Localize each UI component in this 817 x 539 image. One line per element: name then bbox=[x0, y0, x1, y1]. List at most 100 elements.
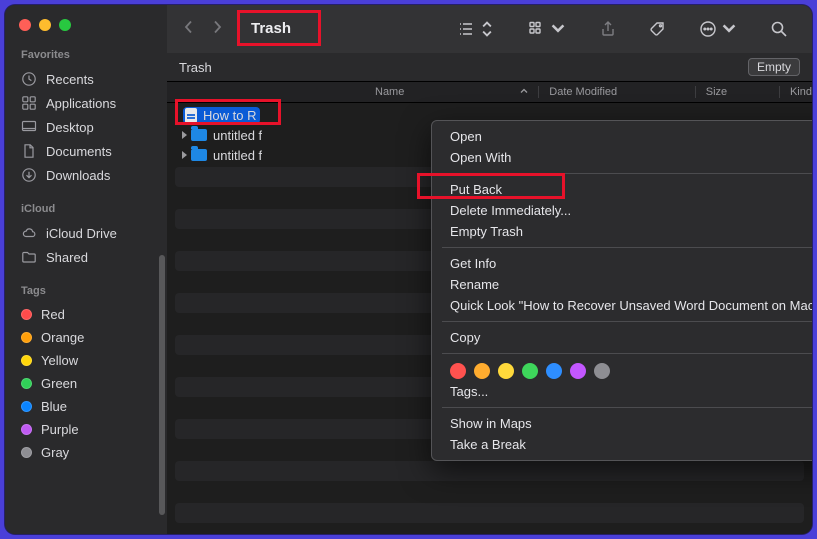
sidebar-tag-red[interactable]: Red bbox=[5, 303, 167, 326]
sidebar-item-applications[interactable]: Applications bbox=[5, 91, 167, 115]
tag-dot-icon bbox=[21, 378, 32, 389]
sidebar-item-label: Purple bbox=[41, 422, 79, 437]
sidebar-tag-yellow[interactable]: Yellow bbox=[5, 349, 167, 372]
menu-item-delete-immediately[interactable]: Delete Immediately... bbox=[432, 200, 812, 221]
group-by-button[interactable] bbox=[518, 15, 577, 43]
sidebar-section-label: iCloud bbox=[5, 203, 167, 221]
menu-separator bbox=[442, 173, 812, 174]
empty-trash-button[interactable]: Empty bbox=[748, 58, 800, 76]
column-label: Date Modified bbox=[549, 86, 617, 98]
folder-icon bbox=[191, 129, 207, 141]
tag-color-purple[interactable] bbox=[570, 363, 586, 379]
sidebar-tag-gray[interactable]: Gray bbox=[5, 441, 167, 464]
tag-dot-icon bbox=[21, 332, 32, 343]
tag-dot-icon bbox=[21, 309, 32, 320]
window-controls bbox=[5, 15, 167, 49]
sidebar-item-label: Blue bbox=[41, 399, 67, 414]
menu-item-show-in-maps[interactable]: Show in Maps bbox=[432, 413, 812, 434]
minimize-window-button[interactable] bbox=[39, 19, 51, 31]
menu-item-take-a-break[interactable]: Take a Break bbox=[432, 434, 812, 455]
share-button[interactable] bbox=[589, 15, 627, 43]
column-label: Size bbox=[706, 86, 727, 98]
menu-tag-colors bbox=[432, 359, 812, 381]
sidebar-tag-purple[interactable]: Purple bbox=[5, 418, 167, 441]
menu-separator bbox=[442, 407, 812, 408]
tag-color-gray[interactable] bbox=[594, 363, 610, 379]
tag-color-blue[interactable] bbox=[546, 363, 562, 379]
column-kind[interactable]: Kind bbox=[779, 86, 812, 98]
column-size[interactable]: Size bbox=[695, 86, 779, 98]
sidebar-item-label: Orange bbox=[41, 330, 84, 345]
file-name: How to R bbox=[203, 108, 256, 123]
sidebar-section-label: Favorites bbox=[5, 49, 167, 67]
tag-dot-icon bbox=[21, 401, 32, 412]
menu-separator bbox=[442, 353, 812, 354]
sidebar-scrollbar[interactable] bbox=[159, 255, 165, 515]
sidebar-item-icloud-drive[interactable]: iCloud Drive bbox=[5, 221, 167, 245]
menu-item-open-with[interactable]: Open With bbox=[432, 147, 812, 168]
menu-separator bbox=[442, 321, 812, 322]
tag-color-green[interactable] bbox=[522, 363, 538, 379]
sidebar-item-label: Downloads bbox=[46, 168, 110, 183]
pathbar-location: Trash bbox=[179, 60, 212, 75]
folder-icon bbox=[191, 149, 207, 161]
back-button[interactable] bbox=[183, 20, 195, 39]
menu-item-label: Show in Maps bbox=[450, 416, 532, 431]
sidebar-item-label: iCloud Drive bbox=[46, 226, 117, 241]
sidebar-item-recents[interactable]: Recents bbox=[5, 67, 167, 91]
sidebar-item-label: Recents bbox=[46, 72, 94, 87]
sidebar-tag-blue[interactable]: Blue bbox=[5, 395, 167, 418]
file-name: untitled f bbox=[213, 128, 262, 143]
sidebar-item-label: Red bbox=[41, 307, 65, 322]
menu-item-label: Open bbox=[450, 129, 482, 144]
file-name: untitled f bbox=[213, 148, 262, 163]
menu-item-label: Tags... bbox=[450, 384, 488, 399]
zoom-window-button[interactable] bbox=[59, 19, 71, 31]
menu-item-tags[interactable]: Tags... bbox=[432, 381, 812, 402]
clock-icon bbox=[21, 71, 37, 87]
sidebar-item-downloads[interactable]: Downloads bbox=[5, 163, 167, 187]
window-title: Trash bbox=[243, 18, 299, 40]
column-label: Name bbox=[375, 86, 404, 98]
context-menu: Open Open With Put Back Delete Immediate… bbox=[431, 120, 812, 461]
cloud-icon bbox=[21, 225, 37, 241]
desktop-icon bbox=[21, 119, 37, 135]
sidebar-tag-orange[interactable]: Orange bbox=[5, 326, 167, 349]
sidebar-item-desktop[interactable]: Desktop bbox=[5, 115, 167, 139]
tags-button[interactable] bbox=[639, 15, 677, 43]
sidebar-section-label: Tags bbox=[5, 285, 167, 303]
sidebar-item-label: Shared bbox=[46, 250, 88, 265]
menu-item-put-back[interactable]: Put Back bbox=[432, 179, 812, 200]
document-icon bbox=[21, 143, 37, 159]
menu-item-quick-look[interactable]: Quick Look "How to Recover Unsaved Word … bbox=[432, 295, 812, 316]
close-window-button[interactable] bbox=[19, 19, 31, 31]
more-button[interactable] bbox=[689, 15, 748, 43]
column-name[interactable]: Name bbox=[375, 86, 538, 98]
forward-button[interactable] bbox=[211, 20, 223, 39]
menu-item-label: Delete Immediately... bbox=[450, 203, 571, 218]
tag-color-yellow[interactable] bbox=[498, 363, 514, 379]
document-file-icon bbox=[185, 108, 197, 123]
sidebar-tag-green[interactable]: Green bbox=[5, 372, 167, 395]
shared-folder-icon bbox=[21, 249, 37, 265]
search-button[interactable] bbox=[760, 15, 798, 43]
pathbar: Trash Empty bbox=[167, 53, 812, 81]
disclosure-triangle-icon[interactable] bbox=[177, 151, 191, 159]
tag-color-red[interactable] bbox=[450, 363, 466, 379]
finder-window: Favorites Recents Applications Desktop D… bbox=[5, 5, 812, 534]
menu-item-label: Quick Look "How to Recover Unsaved Word … bbox=[450, 298, 812, 313]
menu-item-label: Put Back bbox=[450, 182, 502, 197]
menu-item-get-info[interactable]: Get Info bbox=[432, 253, 812, 274]
menu-item-copy[interactable]: Copy bbox=[432, 327, 812, 348]
menu-item-empty-trash[interactable]: Empty Trash bbox=[432, 221, 812, 242]
tag-color-orange[interactable] bbox=[474, 363, 490, 379]
column-date-modified[interactable]: Date Modified bbox=[538, 86, 695, 98]
sidebar-item-documents[interactable]: Documents bbox=[5, 139, 167, 163]
disclosure-triangle-icon[interactable] bbox=[177, 131, 191, 139]
sidebar-item-shared[interactable]: Shared bbox=[5, 245, 167, 269]
menu-item-rename[interactable]: Rename bbox=[432, 274, 812, 295]
menu-item-label: Empty Trash bbox=[450, 224, 523, 239]
row-stripe bbox=[175, 503, 804, 523]
menu-item-open[interactable]: Open bbox=[432, 126, 812, 147]
view-list-button[interactable] bbox=[447, 15, 506, 43]
